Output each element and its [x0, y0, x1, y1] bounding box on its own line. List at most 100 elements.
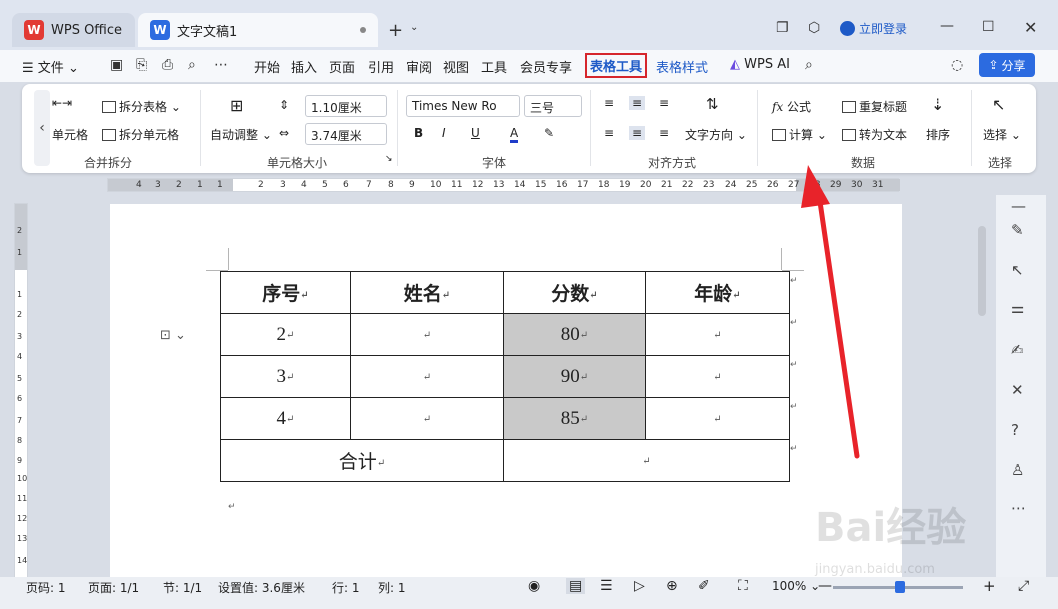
repeat-header-button[interactable]: 重复标题	[842, 98, 907, 115]
italic-button[interactable]: I	[442, 126, 446, 140]
table-cell[interactable]: 4↵	[220, 397, 351, 440]
minimize-icon[interactable]: —	[940, 18, 954, 34]
align-middle-center-icon[interactable]: ≡	[629, 126, 646, 140]
play-icon[interactable]: ▷	[634, 578, 645, 594]
font-size-select[interactable]: 三号	[524, 95, 582, 117]
highlight-icon[interactable]: ✎	[544, 126, 554, 140]
header-cell-age[interactable]: 年龄↵	[645, 271, 790, 314]
auto-adjust-button[interactable]: 自动调整 ⌄	[210, 126, 272, 143]
header-cell-index[interactable]: 序号↵	[220, 271, 351, 314]
more-icon[interactable]: ⋯	[214, 57, 228, 73]
adjust-icon[interactable]: ⚌	[1011, 299, 1024, 317]
merge-cells-button[interactable]: 单元格	[52, 126, 88, 143]
cursor-icon[interactable]: ↖	[1011, 261, 1024, 279]
outline-view-icon[interactable]: ☰	[600, 578, 613, 594]
table-cell[interactable]: 3↵	[220, 355, 351, 398]
align-middle-right-icon[interactable]: ≡	[659, 126, 669, 140]
align-top-center-icon[interactable]: ≡	[629, 96, 646, 110]
web-view-icon[interactable]: ⊕	[666, 578, 678, 594]
cell-size-expand-icon[interactable]: ↘	[385, 154, 393, 164]
status-row[interactable]: 行: 1	[332, 579, 360, 596]
header-cell-score[interactable]: 分数↵	[503, 271, 646, 314]
zoom-slider-handle[interactable]	[895, 581, 905, 593]
eye-icon[interactable]: ◉	[528, 578, 540, 594]
table-cell[interactable]: ↵	[645, 397, 790, 440]
tools-icon[interactable]: ✕	[1011, 381, 1024, 399]
pen-icon[interactable]: ✎	[1011, 221, 1024, 239]
table-cell[interactable]: ↵	[350, 397, 504, 440]
font-name-select[interactable]: Times New Ro	[406, 95, 520, 117]
header-cell-name[interactable]: 姓名↵	[350, 271, 504, 314]
preview-icon[interactable]: ⌕	[188, 57, 196, 73]
menu-table-tools[interactable]: 表格工具	[585, 53, 648, 78]
align-top-left-icon[interactable]: ≡	[604, 96, 614, 110]
page-view-icon[interactable]: ▤	[566, 578, 586, 594]
split-table-button[interactable]: 拆分表格 ⌄	[102, 98, 181, 115]
underline-button[interactable]: U	[471, 126, 480, 140]
font-color-button[interactable]: A	[510, 126, 519, 143]
calculate-button[interactable]: 计算 ⌄	[772, 126, 827, 143]
align-middle-left-icon[interactable]: ≡	[604, 126, 614, 140]
status-col[interactable]: 列: 1	[378, 579, 406, 596]
ribbon-scroll-left-icon[interactable]: ‹	[34, 90, 50, 166]
score-table[interactable]: 序号↵ 姓名↵ 分数↵ 年龄↵ 2↵ ↵ 80↵ ↵ 3↵ ↵ 90↵ ↵ 4↵…	[220, 271, 790, 482]
table-cell[interactable]: ↵	[350, 313, 504, 356]
more-icon[interactable]: ⋯	[1011, 499, 1026, 517]
zoom-in-icon[interactable]: +	[983, 577, 996, 595]
search-icon[interactable]: ⌕	[805, 57, 813, 73]
col-width-input[interactable]: 3.74厘米	[305, 123, 387, 145]
menu-table-style[interactable]: 表格样式	[656, 57, 708, 76]
table-cell[interactable]: ↵	[645, 313, 790, 356]
close-icon[interactable]: ✕	[1024, 18, 1037, 37]
share-button[interactable]: ⇪ 分享	[979, 53, 1035, 77]
text-direction-button[interactable]: 文字方向 ⌄	[685, 126, 747, 143]
menu-wps-ai[interactable]: ◭ WPS AI	[730, 57, 790, 72]
window-list-icon[interactable]: ❐	[776, 20, 789, 36]
menu-reference[interactable]: 引用	[368, 57, 394, 76]
cube-icon[interactable]: ⬡	[808, 20, 820, 36]
split-cells-button[interactable]: 拆分单元格	[102, 126, 179, 143]
table-cell[interactable]: ↵	[645, 355, 790, 398]
select-button[interactable]: 选择 ⌄	[983, 126, 1021, 143]
horizontal-ruler[interactable]: 4 3 2 1 1 2 3 4 5 6 7 8 9 10 11 12 13 14 15 16 17 18 19 20 21 22 2…	[107, 178, 900, 192]
fullscreen-icon[interactable]: ⤢	[1018, 578, 1029, 594]
menu-start[interactable]: 开始	[254, 57, 280, 76]
status-setting[interactable]: 设置值: 3.6厘米	[218, 579, 305, 596]
shirt-icon[interactable]: ♙	[1011, 461, 1024, 479]
table-cell[interactable]: 2↵	[220, 313, 351, 356]
chat-icon[interactable]: ◌	[951, 57, 963, 73]
align-top-right-icon[interactable]: ≡	[659, 96, 669, 110]
bold-button[interactable]: B	[414, 126, 423, 140]
menu-member[interactable]: 会员专享	[520, 57, 572, 76]
menu-tools[interactable]: 工具	[481, 57, 507, 76]
help-icon[interactable]: ?	[1011, 421, 1019, 439]
table-cell-selected[interactable]: 90↵	[503, 355, 646, 398]
vertical-scrollbar[interactable]	[978, 226, 986, 316]
zoom-out-icon[interactable]: —	[818, 578, 832, 594]
menu-view[interactable]: 视图	[443, 57, 469, 76]
save-icon[interactable]: ▣	[110, 57, 123, 73]
sort-button[interactable]: 排序	[926, 126, 950, 143]
convert-to-text-button[interactable]: 转为文本	[842, 126, 907, 143]
menu-insert[interactable]: 插入	[291, 57, 317, 76]
pen-mode-icon[interactable]: ✐	[698, 578, 710, 594]
menu-file[interactable]: ☰ 文件 ⌄	[22, 57, 79, 76]
zoom-level[interactable]: 100% ⌄	[772, 579, 820, 593]
fit-page-icon[interactable]: ⛶	[738, 578, 748, 594]
tab-document[interactable]: W 文字文稿1	[138, 13, 378, 47]
table-cell-selected[interactable]: 80↵	[503, 313, 646, 356]
tab-dropdown-icon[interactable]: ⌄	[410, 22, 418, 33]
table-move-handle-icon[interactable]: ⊡ ⌄	[160, 328, 186, 343]
maximize-icon[interactable]: ☐	[982, 19, 995, 35]
total-label-cell[interactable]: 合计↵	[220, 439, 504, 482]
table-cell-selected[interactable]: 85↵	[503, 397, 646, 440]
menu-review[interactable]: 审阅	[406, 57, 432, 76]
print-icon[interactable]: ⎙	[162, 57, 173, 73]
total-value-cell[interactable]: ↵	[503, 439, 790, 482]
table-cell[interactable]: ↵	[350, 355, 504, 398]
row-height-input[interactable]: 1.10厘米	[305, 95, 387, 117]
new-tab-icon[interactable]: +	[388, 20, 403, 41]
tab-wps-office[interactable]: W WPS Office	[12, 13, 135, 47]
formula-button[interactable]: fx 公式	[772, 98, 811, 115]
status-section[interactable]: 节: 1/1	[163, 579, 202, 596]
